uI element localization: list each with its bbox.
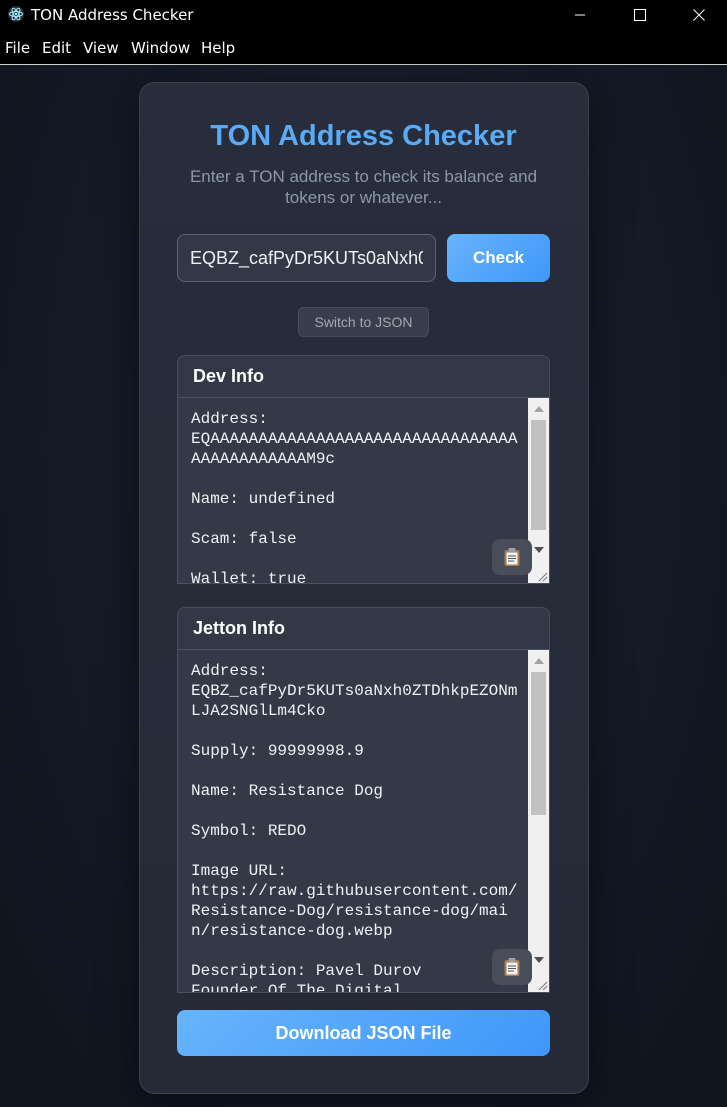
jetton-info-header: Jetton Info [177, 607, 550, 650]
close-button[interactable] [676, 0, 722, 29]
menu-file[interactable]: File [5, 39, 30, 57]
menu-bar: File Edit View Window Help [0, 29, 727, 65]
minimize-icon [575, 14, 585, 15]
scroll-thumb[interactable] [531, 672, 546, 815]
minimize-button[interactable] [557, 0, 603, 29]
scroll-up-arrow-icon[interactable] [534, 406, 544, 412]
dev-info-copy-button[interactable] [492, 539, 532, 575]
jetton-info-text: Address: EQBZ_cafPyDr5KUTs0aNxh0ZTDhkpEZ… [191, 662, 518, 993]
window-title: TON Address Checker [31, 6, 194, 24]
maximize-icon [634, 8, 646, 21]
clipboard-icon [504, 958, 520, 976]
electron-atom-icon [8, 6, 24, 22]
resize-grip-icon[interactable] [537, 980, 548, 991]
menu-edit[interactable]: Edit [42, 39, 71, 57]
dev-info-text: Address: EQAAAAAAAAAAAAAAAAAAAAAAAAAAAAA… [191, 410, 518, 584]
switch-to-json-button[interactable]: Switch to JSON [298, 307, 429, 337]
maximize-button[interactable] [617, 0, 663, 29]
clipboard-icon [504, 548, 520, 566]
download-json-button[interactable]: Download JSON File [177, 1010, 550, 1056]
menu-help[interactable]: Help [201, 39, 235, 57]
title-bar: TON Address Checker [0, 0, 727, 29]
page-subtitle: Enter a TON address to check its balance… [189, 167, 538, 207]
resize-grip-icon[interactable] [537, 571, 548, 582]
menu-window[interactable]: Window [131, 39, 190, 57]
jetton-info-scrollbar[interactable] [528, 650, 549, 992]
scroll-down-arrow-icon[interactable] [534, 547, 544, 553]
jetton-info-textarea[interactable]: Address: EQBZ_cafPyDr5KUTs0aNxh0ZTDhkpEZ… [177, 649, 550, 993]
scroll-down-arrow-icon[interactable] [534, 957, 544, 963]
jetton-info-copy-button[interactable] [492, 949, 532, 985]
dev-info-header: Dev Info [177, 355, 550, 398]
menu-view[interactable]: View [83, 39, 119, 57]
scroll-thumb[interactable] [531, 420, 546, 530]
scroll-up-arrow-icon[interactable] [534, 658, 544, 664]
address-input[interactable] [177, 234, 436, 282]
page-title: TON Address Checker [210, 120, 517, 152]
close-icon [693, 8, 705, 21]
check-button[interactable]: Check [447, 234, 550, 282]
